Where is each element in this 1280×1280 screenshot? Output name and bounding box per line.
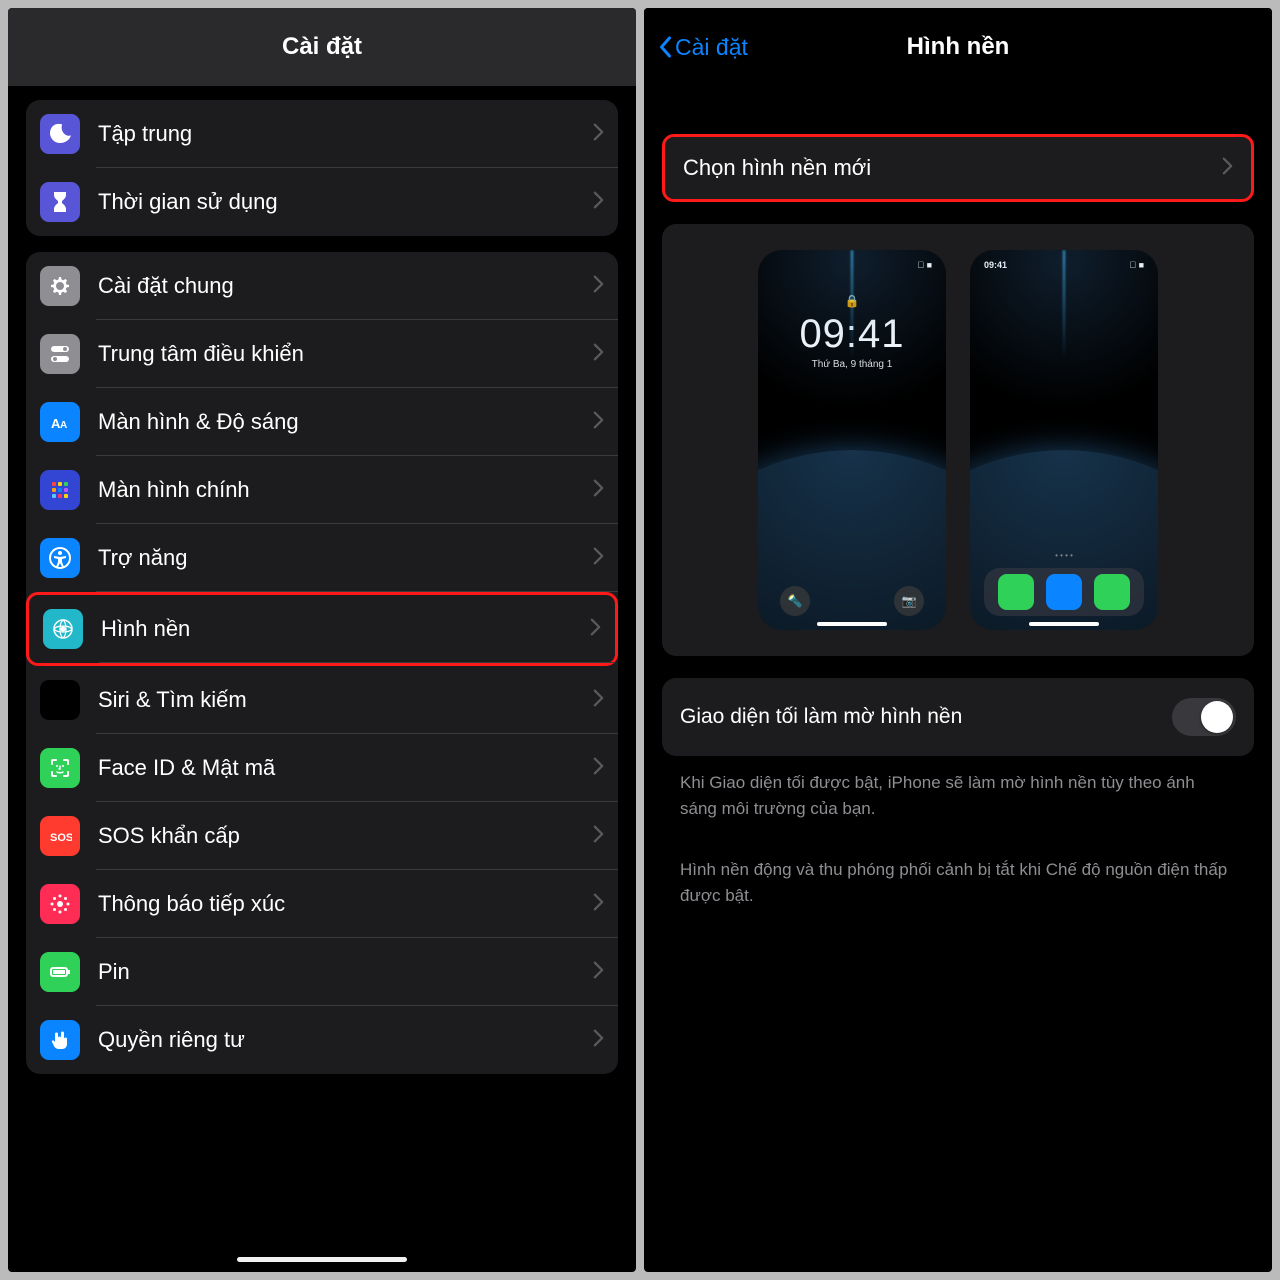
row-label: Hình nền (101, 616, 590, 642)
sos-row[interactable]: SOS khẩn cấp (26, 802, 618, 870)
chevron-right-icon (593, 190, 604, 215)
battery-row[interactable]: Pin (26, 938, 618, 1006)
battery-icon (40, 952, 80, 992)
chevron-right-icon (593, 960, 604, 985)
chevron-right-icon (593, 824, 604, 849)
wallpaper-pane: Cài đặt Hình nền Chọn hình nền mới 􀙇 ■ 🔒… (644, 8, 1272, 1272)
lock-date: Thứ Ba, 9 tháng 1 (758, 359, 946, 370)
wallpaper-row[interactable]: Hình nền (26, 592, 618, 666)
chevron-right-icon (1222, 156, 1233, 181)
chevron-right-icon (593, 274, 604, 299)
settings-title: Cài đặt (282, 33, 362, 61)
exposure-row[interactable]: Thông báo tiếp xúc (26, 870, 618, 938)
gear-icon (40, 266, 80, 306)
row-label: SOS khẩn cấp (98, 823, 593, 849)
chevron-right-icon (593, 756, 604, 781)
back-button[interactable]: Cài đặt (658, 34, 748, 61)
chevron-right-icon (590, 617, 601, 642)
settings-group-2: Cài đặt chung Trung tâm điều khiển Màn h… (26, 252, 618, 1074)
home-screen-preview[interactable]: 09:41􀙇 ■ • • • • (970, 250, 1158, 630)
chevron-right-icon (593, 546, 604, 571)
row-label: Pin (98, 959, 593, 985)
dim-wallpaper-switch[interactable] (1172, 698, 1236, 736)
accessibility-icon (40, 538, 80, 578)
flashlight-icon: 🔦 (780, 586, 810, 616)
row-label: Quyền riêng tư (98, 1027, 593, 1053)
chevron-right-icon (593, 478, 604, 503)
aa-icon (40, 402, 80, 442)
home-indicator (237, 1257, 407, 1262)
lock-icon: 🔒 (758, 294, 946, 308)
phone-app-icon (998, 574, 1034, 610)
wallpaper-preview: 􀙇 ■ 🔒 09:41 Thứ Ba, 9 tháng 1 🔦 📷 09:41􀙇… (662, 224, 1254, 656)
safari-app-icon (1046, 574, 1082, 610)
row-label: Màn hình & Độ sáng (98, 409, 593, 435)
control-center-row[interactable]: Trung tâm điều khiển (26, 320, 618, 388)
moon-icon (40, 114, 80, 154)
home-grid-icon (40, 470, 80, 510)
camera-icon: 📷 (894, 586, 924, 616)
siri-row[interactable]: Siri & Tìm kiếm (26, 666, 618, 734)
row-label: Siri & Tìm kiếm (98, 687, 593, 713)
row-label: Trợ năng (98, 545, 593, 571)
messages-app-icon (1094, 574, 1130, 610)
footer-text-1: Khi Giao diện tối được bật, iPhone sẽ là… (662, 756, 1254, 821)
screentime-row[interactable]: Thời gian sử dụng (26, 168, 618, 236)
dim-wallpaper-label: Giao diện tối làm mờ hình nền (680, 705, 1172, 729)
settings-group-1: Tập trung Thời gian sử dụng (26, 100, 618, 236)
chevron-right-icon (593, 1028, 604, 1053)
general-row[interactable]: Cài đặt chung (26, 252, 618, 320)
choose-wallpaper-row[interactable]: Chọn hình nền mới (662, 134, 1254, 202)
siri-icon (40, 680, 80, 720)
row-label: Face ID & Mật mã (98, 755, 593, 781)
faceid-row[interactable]: Face ID & Mật mã (26, 734, 618, 802)
chevron-right-icon (593, 688, 604, 713)
row-label: Màn hình chính (98, 477, 593, 503)
accessibility-row[interactable]: Trợ năng (26, 524, 618, 592)
settings-content: Tập trung Thời gian sử dụng Cài đặt chun… (8, 86, 636, 1272)
focus-row[interactable]: Tập trung (26, 100, 618, 168)
row-label: Thời gian sử dụng (98, 189, 593, 215)
chevron-right-icon (593, 410, 604, 435)
dock (984, 568, 1144, 616)
sos-icon (40, 816, 80, 856)
home-screen-row[interactable]: Màn hình chính (26, 456, 618, 524)
privacy-row[interactable]: Quyền riêng tư (26, 1006, 618, 1074)
dim-wallpaper-row: Giao diện tối làm mờ hình nền (662, 678, 1254, 756)
wallpaper-icon (43, 609, 83, 649)
hourglass-icon (40, 182, 80, 222)
row-label: Thông báo tiếp xúc (98, 891, 593, 917)
back-label: Cài đặt (675, 34, 748, 61)
chevron-right-icon (593, 892, 604, 917)
exposure-icon (40, 884, 80, 924)
lock-screen-preview[interactable]: 􀙇 ■ 🔒 09:41 Thứ Ba, 9 tháng 1 🔦 📷 (758, 250, 946, 630)
choose-wallpaper-label: Chọn hình nền mới (683, 155, 1222, 181)
wallpaper-content: Chọn hình nền mới 􀙇 ■ 🔒 09:41 Thứ Ba, 9 … (644, 86, 1272, 1272)
chevron-right-icon (593, 122, 604, 147)
row-label: Trung tâm điều khiển (98, 341, 593, 367)
chevron-right-icon (593, 342, 604, 367)
row-label: Cài đặt chung (98, 273, 593, 299)
faceid-icon (40, 748, 80, 788)
settings-header: Cài đặt (8, 8, 636, 86)
wallpaper-header: Cài đặt Hình nền (644, 8, 1272, 86)
footer-text-2: Hình nền động và thu phóng phối cảnh bị … (662, 843, 1254, 908)
settings-pane: Cài đặt Tập trung Thời gian sử dụng Cài … (8, 8, 636, 1272)
hand-icon (40, 1020, 80, 1060)
row-label: Tập trung (98, 121, 593, 147)
toggles-icon (40, 334, 80, 374)
display-row[interactable]: Màn hình & Độ sáng (26, 388, 618, 456)
wallpaper-title: Hình nền (907, 33, 1010, 61)
